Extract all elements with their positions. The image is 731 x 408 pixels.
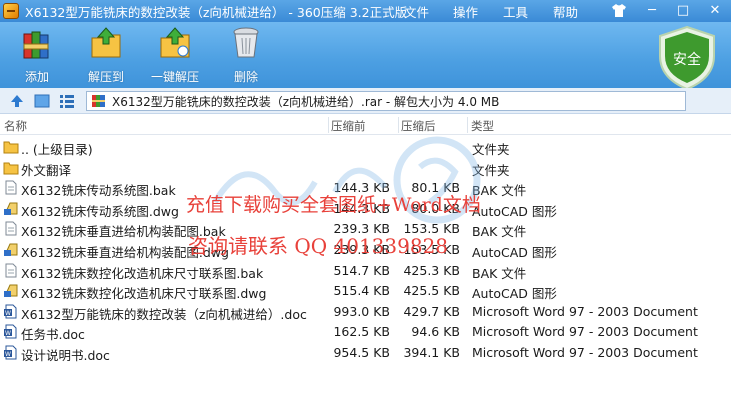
- minimize-button[interactable]: ─: [641, 1, 663, 20]
- file-packed-size: 394.1 KB: [403, 344, 460, 360]
- menu-operate[interactable]: 操作: [453, 0, 478, 22]
- address-bar: X6132型万能铣床的数控改装（z向机械进给）.rar - 解包大小为 4.0 …: [0, 88, 731, 114]
- bak-file-icon: [5, 180, 17, 195]
- rar-archive-icon: [92, 95, 105, 107]
- file-type: AutoCAD 图形: [472, 244, 557, 260]
- skin-shirt-icon[interactable]: [611, 3, 627, 18]
- large-icon-view-icon[interactable]: [34, 93, 50, 109]
- bak-file-icon: [5, 263, 17, 278]
- watermark-logo: [212, 136, 481, 224]
- list-view-icon[interactable]: [59, 93, 75, 109]
- file-size: 954.5 KB: [333, 344, 390, 360]
- file-name: X6132铣床数控化改造机床尺寸联系图.bak: [21, 265, 264, 281]
- file-packed-size: 425.5 KB: [403, 283, 460, 299]
- file-size: 514.7 KB: [333, 262, 390, 278]
- folder-icon: [3, 162, 19, 175]
- file-name: 外文翻译: [21, 162, 72, 178]
- watermark-line-2: 咨询请联系 QQ 401339828: [188, 234, 449, 258]
- archive-path: X6132型万能铣床的数控改装（z向机械进给）.rar - 解包大小为 4.0 …: [112, 94, 500, 109]
- one-click-extract-button[interactable]: 一键解压: [145, 26, 205, 86]
- table-row[interactable]: X6132铣床数控化改造机床尺寸联系图.bak 514.7 KB 425.3 K…: [0, 260, 731, 281]
- security-badge-label: 安全: [673, 51, 701, 68]
- toolbar: 添加 解压到 一键解压 删除: [0, 22, 731, 88]
- file-type: Microsoft Word 97 - 2003 Document: [472, 303, 698, 319]
- file-size: 993.0 KB: [333, 303, 390, 319]
- table-row[interactable]: X6132铣床数控化改造机床尺寸联系图.dwg 515.4 KB 425.5 K…: [0, 280, 731, 301]
- table-row[interactable]: W 设计说明书.doc 954.5 KB 394.1 KB Microsoft …: [0, 342, 731, 363]
- file-name: X6132型万能铣床的数控改装（z向机械进给）.doc: [21, 306, 307, 322]
- menu-file[interactable]: 文件: [404, 0, 429, 22]
- file-type: AutoCAD 图形: [472, 286, 557, 302]
- file-type: Microsoft Word 97 - 2003 Document: [472, 324, 698, 340]
- table-row[interactable]: W 任务书.doc 162.5 KB 94.6 KB Microsoft Wor…: [0, 321, 731, 342]
- file-packed-size: 425.3 KB: [403, 262, 460, 278]
- dwg-file-icon: [4, 243, 18, 256]
- file-name: X6132铣床传动系统图.bak: [21, 183, 176, 199]
- menu-help[interactable]: 帮助: [553, 0, 578, 22]
- add-button[interactable]: 添加: [7, 26, 67, 86]
- security-shield-icon[interactable]: 安全: [658, 26, 716, 90]
- file-name: X6132铣床传动系统图.dwg: [21, 203, 179, 219]
- svg-text:W: W: [5, 330, 11, 337]
- file-name: 任务书.doc: [21, 327, 85, 343]
- file-name: .. (上级目录): [21, 142, 93, 157]
- app-logo-icon: [3, 3, 19, 19]
- word-doc-icon: W: [4, 345, 17, 360]
- file-size: 515.4 KB: [333, 283, 390, 299]
- file-packed-size: 94.6 KB: [411, 324, 460, 340]
- menu-tools[interactable]: 工具: [503, 0, 528, 22]
- word-doc-icon: W: [4, 324, 17, 339]
- svg-text:W: W: [5, 310, 11, 317]
- table-row[interactable]: W X6132型万能铣床的数控改装（z向机械进给）.doc 993.0 KB 4…: [0, 301, 731, 322]
- dwg-file-icon: [4, 284, 18, 298]
- folder-icon: [3, 141, 19, 154]
- one-click-extract-icon: [160, 27, 190, 58]
- dwg-file-icon: [4, 202, 18, 215]
- svg-text:W: W: [5, 351, 11, 358]
- file-size: 162.5 KB: [333, 324, 390, 340]
- delete-button[interactable]: 删除: [216, 26, 276, 86]
- trash-can-icon: [233, 27, 259, 58]
- file-name: 设计说明书.doc: [21, 347, 110, 363]
- word-doc-icon: W: [4, 304, 17, 319]
- watermark-line-1: 充值下载购买全套图纸+Word文档: [186, 194, 481, 216]
- extract-to-button[interactable]: 解压到: [76, 26, 136, 86]
- extract-folder-icon: [91, 27, 121, 58]
- up-arrow-icon[interactable]: [9, 93, 25, 109]
- window-title: X6132型万能铣床的数控改装（z向机械进给） - 360压缩 3.2正式版: [25, 4, 408, 20]
- file-type: BAK 文件: [472, 265, 527, 281]
- file-packed-size: 429.7 KB: [403, 303, 460, 319]
- bak-file-icon: [5, 221, 17, 236]
- archive-path-field[interactable]: X6132型万能铣床的数控改装（z向机械进给）.rar - 解包大小为 4.0 …: [86, 91, 686, 111]
- close-button[interactable]: ✕: [704, 1, 726, 20]
- add-books-icon: [23, 31, 49, 59]
- file-name: X6132铣床数控化改造机床尺寸联系图.dwg: [21, 286, 267, 302]
- column-name[interactable]: 名称: [4, 118, 27, 134]
- file-type: Microsoft Word 97 - 2003 Document: [472, 344, 698, 360]
- maximize-button[interactable]: □: [672, 1, 694, 20]
